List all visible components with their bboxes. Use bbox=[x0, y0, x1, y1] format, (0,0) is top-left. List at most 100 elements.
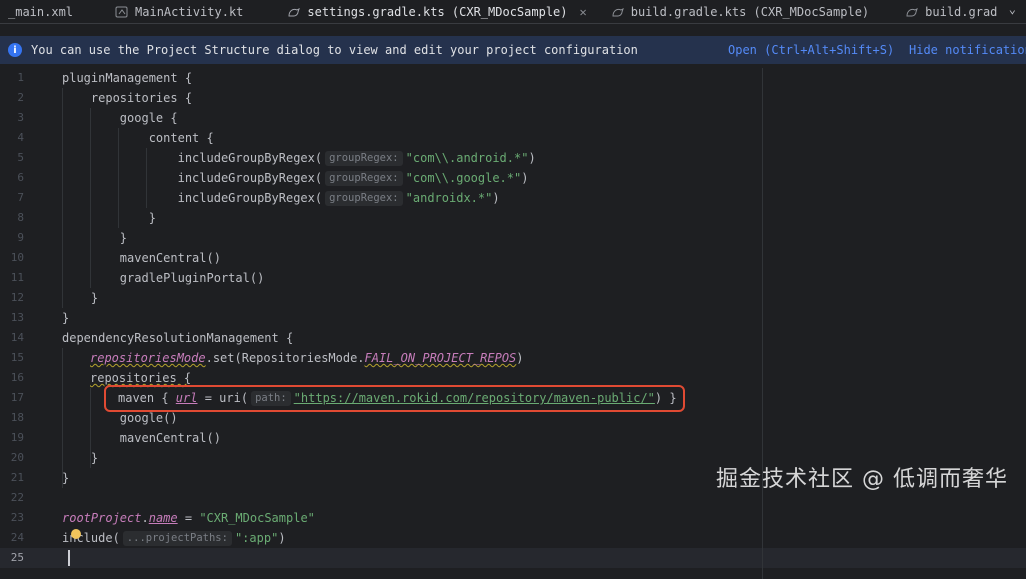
code-editor[interactable]: 1 2 3 4 5 6 7 8 9 10 11 12 13 14 15 16 17 18 19 20 21 22 23 24 2… bbox=[0, 68, 1026, 579]
code-text: = bbox=[177, 511, 200, 525]
string-literal: "com\\.android.*" bbox=[405, 151, 529, 165]
kotlin-file-icon bbox=[115, 6, 128, 18]
line-number: 15 bbox=[10, 351, 24, 364]
code-line-3: google { bbox=[62, 111, 178, 125]
code-text: repositories { bbox=[90, 371, 192, 385]
line-number: 4 bbox=[17, 131, 24, 144]
param-hint: groupRegex: bbox=[325, 171, 403, 186]
string-literal: "androidx.*" bbox=[405, 191, 493, 205]
tab-label: build.gradle.kts (CXR_MDocSample) bbox=[630, 5, 870, 19]
line-number: 8 bbox=[17, 211, 24, 224]
code-text: includeGroupByRegex( bbox=[62, 191, 323, 205]
line-number: 1 bbox=[17, 71, 24, 84]
field-ref: name bbox=[148, 511, 178, 525]
notification-banner: i You can use the Project Structure dial… bbox=[0, 36, 1026, 64]
code-line-13: } bbox=[62, 311, 70, 325]
hide-notification-link[interactable]: Hide notification bbox=[909, 43, 1026, 57]
tab-settings-gradle[interactable]: settings.gradle.kts (CXR_MDocSample) ✕ bbox=[279, 0, 594, 23]
code-line-11: gradlePluginPortal() bbox=[62, 271, 265, 285]
line-number-gutter: 1 2 3 4 5 6 7 8 9 10 11 12 13 14 15 16 17 18 19 20 21 22 23 24 2… bbox=[0, 68, 30, 579]
code-line-20: } bbox=[62, 451, 99, 465]
code-text: ) bbox=[528, 151, 536, 165]
code-text: ) bbox=[492, 191, 500, 205]
code-line-23: rootProject.name = "CXR_MDocSample" bbox=[62, 508, 315, 528]
tab-label: build.grad bbox=[925, 5, 998, 19]
code-line-1: pluginManagement { bbox=[62, 71, 193, 85]
code-text: ) bbox=[521, 171, 529, 185]
close-icon[interactable]: ✕ bbox=[580, 5, 587, 19]
line-number: 12 bbox=[10, 291, 24, 304]
info-icon: i bbox=[8, 43, 22, 57]
line-number: 20 bbox=[10, 451, 24, 464]
code-line-4: content { bbox=[62, 131, 214, 145]
tab-label: _main.xml bbox=[8, 5, 74, 19]
line-number: 2 bbox=[17, 91, 24, 104]
line-number: 25 bbox=[10, 551, 24, 564]
tab-build-gradle[interactable]: build.gradle.kts (CXR_MDocSample) bbox=[603, 0, 877, 23]
line-number: 17 bbox=[10, 391, 24, 404]
line-number: 13 bbox=[10, 311, 24, 324]
code-line-7: includeGroupByRegex(groupRegex: "androidx… bbox=[62, 188, 500, 208]
gradle-file-icon bbox=[288, 8, 301, 17]
code-text: . bbox=[141, 511, 149, 525]
string-literal: "CXR_MDocSample" bbox=[199, 511, 315, 525]
param-hint: groupRegex: bbox=[325, 151, 403, 166]
gradle-file-icon bbox=[906, 8, 919, 17]
param-hint: ...projectPaths: bbox=[122, 531, 232, 546]
code-line-2: repositories { bbox=[62, 91, 193, 105]
line-number: 14 bbox=[10, 331, 24, 344]
code-line-21: } bbox=[62, 471, 70, 485]
lightbulb-icon[interactable] bbox=[71, 529, 81, 539]
param-hint: groupRegex: bbox=[325, 191, 403, 206]
code-text: includeGroupByRegex( bbox=[62, 171, 323, 185]
code-line-10: mavenCentral() bbox=[62, 251, 221, 265]
line-number: 18 bbox=[10, 411, 24, 424]
code-text: .set(RepositoriesMode. bbox=[205, 351, 365, 365]
annotation-highlight-box bbox=[104, 385, 685, 412]
text-caret bbox=[68, 550, 70, 566]
string-literal: ":app" bbox=[234, 531, 279, 545]
line-number: 24 bbox=[10, 531, 24, 544]
code-line-6: includeGroupByRegex(groupRegex: "com\\.go… bbox=[62, 168, 528, 188]
gradle-file-icon bbox=[612, 8, 624, 17]
open-project-structure-link[interactable]: Open (Ctrl+Alt+Shift+S) bbox=[728, 43, 894, 57]
code-line-8: } bbox=[62, 211, 156, 225]
editor-tab-bar: _main.xml MainActivity.kt settings.gradl… bbox=[0, 0, 1026, 24]
line-number: 16 bbox=[10, 371, 24, 384]
line-number: 6 bbox=[17, 171, 24, 184]
line-number: 7 bbox=[17, 191, 24, 204]
field-ref: FAIL_ON_PROJECT_REPOS bbox=[364, 351, 517, 365]
code-line-19: mavenCentral() bbox=[62, 431, 221, 445]
line-number: 23 bbox=[10, 511, 24, 524]
line-number: 21 bbox=[10, 471, 24, 484]
code-line-5: includeGroupByRegex(groupRegex: "com\\.an… bbox=[62, 148, 536, 168]
line-number: 10 bbox=[10, 251, 24, 264]
tab-label: settings.gradle.kts (CXR_MDocSample) bbox=[307, 5, 568, 19]
line-number: 22 bbox=[10, 491, 24, 504]
code-text: ) bbox=[278, 531, 286, 545]
code-line-14: dependencyResolutionManagement { bbox=[62, 331, 294, 345]
code-text: includeGroupByRegex( bbox=[62, 151, 323, 165]
code-line-9: } bbox=[62, 231, 128, 245]
string-literal: "com\\.google.*" bbox=[405, 171, 522, 185]
line-number: 11 bbox=[10, 271, 24, 284]
code-text: ) bbox=[516, 351, 524, 365]
code-line-12: } bbox=[62, 291, 99, 305]
field-ref: repositoriesMode bbox=[90, 351, 206, 365]
code-line-24: include(...projectPaths: ":app") bbox=[62, 528, 286, 548]
tab-main-xml[interactable]: _main.xml bbox=[0, 0, 81, 23]
line-number: 19 bbox=[10, 431, 24, 444]
tab-build-gradle-app[interactable]: build.grad bbox=[897, 0, 1005, 23]
watermark-text: 掘金技术社区 @ 低调而奢华 bbox=[716, 467, 1008, 492]
line-number: 5 bbox=[17, 151, 24, 164]
line-number: 3 bbox=[17, 111, 24, 124]
field-ref: rootProject bbox=[62, 511, 142, 525]
current-line-highlight bbox=[0, 548, 1026, 568]
chevron-down-icon[interactable]: ⌄ bbox=[1009, 2, 1016, 16]
banner-message: You can use the Project Structure dialog… bbox=[31, 43, 638, 57]
code-line-15: repositoriesMode.set(RepositoriesMode.FA… bbox=[90, 348, 524, 368]
right-margin-guide bbox=[762, 68, 763, 579]
tab-main-activity[interactable]: MainActivity.kt bbox=[107, 0, 251, 23]
tab-label: MainActivity.kt bbox=[135, 5, 244, 19]
line-number: 9 bbox=[17, 231, 24, 244]
